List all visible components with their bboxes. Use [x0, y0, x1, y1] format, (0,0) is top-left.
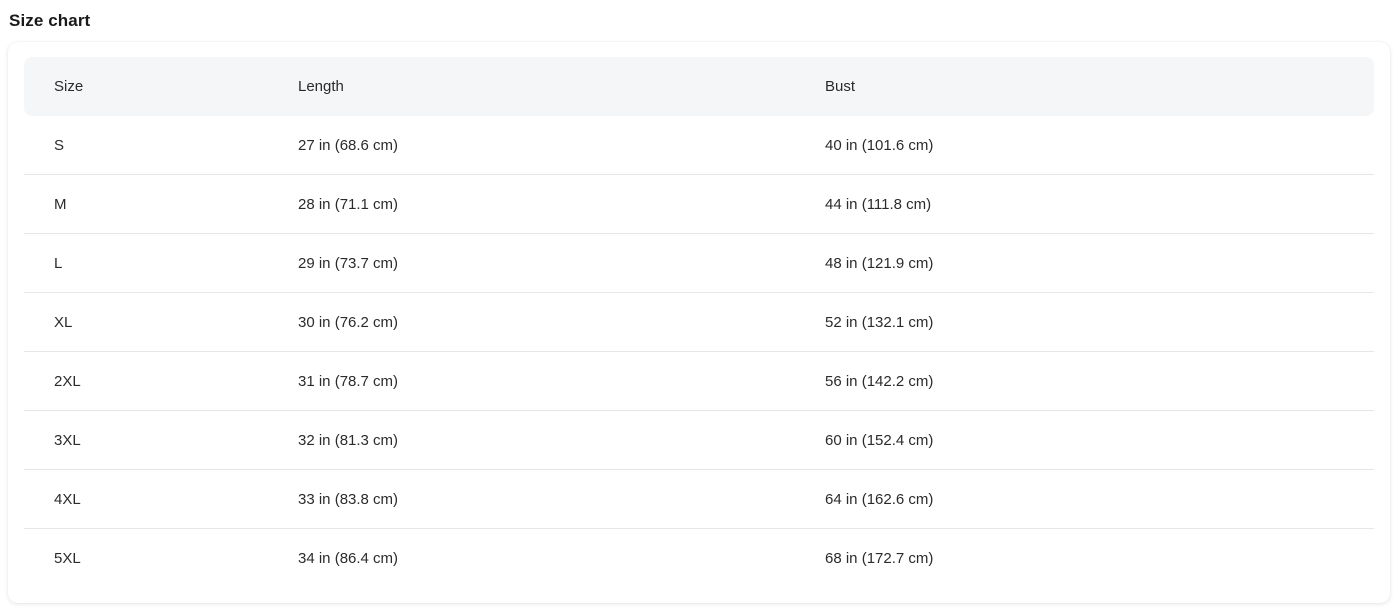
length-cell: 32 in (81.3 cm) — [298, 432, 399, 449]
size-cell: XL — [54, 314, 73, 331]
table-row: 4XL 33 in (83.8 cm) 64 in (162.6 cm) — [24, 470, 1374, 529]
size-cell: S — [54, 137, 65, 154]
length-cell: 28 in (71.1 cm) — [298, 196, 399, 213]
table-row: 3XL 32 in (81.3 cm) 60 in (152.4 cm) — [24, 411, 1374, 470]
bust-cell: 44 in (111.8 cm) — [825, 196, 932, 213]
length-cell: 33 in (83.8 cm) — [298, 491, 399, 508]
size-cell: 2XL — [54, 373, 81, 390]
length-cell: 31 in (78.7 cm) — [298, 373, 399, 390]
header-length: Length — [298, 78, 344, 95]
size-cell: 3XL — [54, 432, 81, 449]
table-row: L 29 in (73.7 cm) 48 in (121.9 cm) — [24, 234, 1374, 293]
table-header-row: Size Length Bust — [24, 57, 1374, 116]
bust-cell: 60 in (152.4 cm) — [825, 432, 934, 449]
length-cell: 34 in (86.4 cm) — [298, 550, 399, 567]
header-size: Size — [54, 78, 84, 95]
size-cell: M — [54, 196, 67, 213]
bust-cell: 48 in (121.9 cm) — [825, 255, 934, 272]
table-row: M 28 in (71.1 cm) 44 in (111.8 cm) — [24, 175, 1374, 234]
bust-cell: 68 in (172.7 cm) — [825, 550, 934, 567]
bust-cell: 40 in (101.6 cm) — [825, 137, 934, 154]
size-cell: L — [54, 255, 63, 272]
length-cell: 29 in (73.7 cm) — [298, 255, 399, 272]
size-chart-table: Size Length Bust S 27 in (68.6 cm) 40 in… — [24, 57, 1374, 588]
length-cell: 27 in (68.6 cm) — [298, 137, 399, 154]
size-cell: 4XL — [54, 491, 81, 508]
table-row: 2XL 31 in (78.7 cm) 56 in (142.2 cm) — [24, 352, 1374, 411]
length-cell: 30 in (76.2 cm) — [298, 314, 399, 331]
header-bust: Bust — [825, 78, 856, 95]
table-row: XL 30 in (76.2 cm) 52 in (132.1 cm) — [24, 293, 1374, 352]
size-chart-card: Size Length Bust S 27 in (68.6 cm) 40 in… — [8, 42, 1390, 603]
bust-cell: 64 in (162.6 cm) — [825, 491, 934, 508]
bust-cell: 52 in (132.1 cm) — [825, 314, 934, 331]
table-row: S 27 in (68.6 cm) 40 in (101.6 cm) — [24, 116, 1374, 175]
page-title: Size chart — [9, 11, 91, 30]
table-row: 5XL 34 in (86.4 cm) 68 in (172.7 cm) — [24, 529, 1374, 588]
bust-cell: 56 in (142.2 cm) — [825, 373, 934, 390]
size-cell: 5XL — [54, 550, 81, 567]
